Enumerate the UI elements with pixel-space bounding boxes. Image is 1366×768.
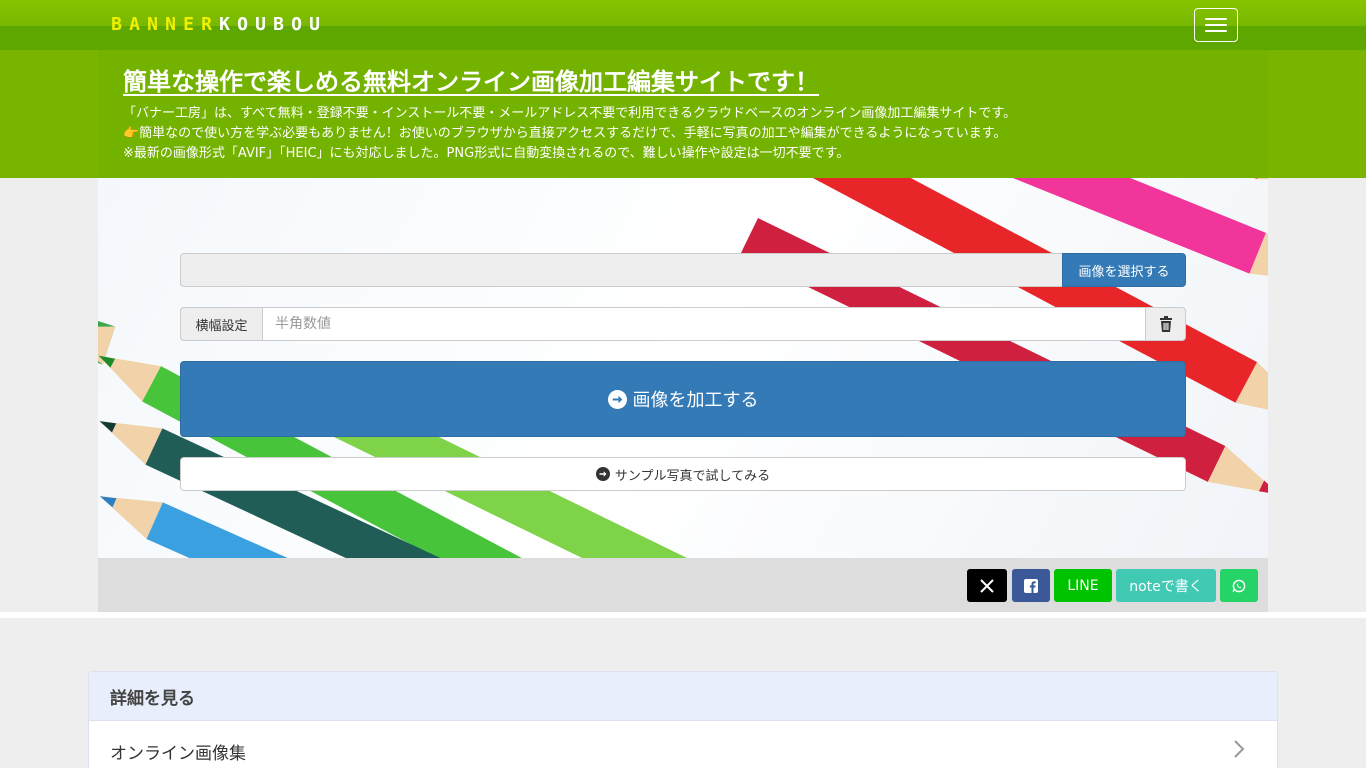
width-setting-label: 横幅設定 [180, 307, 262, 341]
upload-panel: 画像を選択する 横幅設定 画像を加工する サンプル写真で試してみる [98, 178, 1268, 558]
logo-letter: R [201, 14, 212, 35]
logo-letter: B [111, 14, 122, 35]
logo-letter: N [147, 14, 158, 35]
clear-width-button[interactable] [1146, 307, 1186, 341]
x-logo-icon [980, 578, 994, 593]
share-x-button[interactable] [967, 569, 1007, 602]
logo-letter: U [309, 14, 320, 35]
details-item-online-gallery[interactable]: オンライン画像集 [89, 721, 1277, 768]
width-setting-group: 横幅設定 [180, 307, 1186, 341]
process-image-button[interactable]: 画像を加工する [180, 361, 1186, 437]
try-sample-button[interactable]: サンプル写真で試してみる [180, 457, 1186, 491]
share-bar: LINE noteで書く [98, 558, 1268, 612]
share-note-button[interactable]: noteで書く [1116, 569, 1216, 602]
logo-letter: N [165, 14, 176, 35]
logo-letter: K [219, 14, 230, 35]
trash-icon [1159, 316, 1172, 332]
hero-title[interactable]: 簡単な操作で楽しめる無料オンライン画像加工編集サイトです！ [123, 62, 819, 97]
section-divider [0, 612, 1366, 618]
arrow-circle-right-icon [595, 467, 610, 481]
width-input[interactable] [262, 307, 1146, 341]
logo-letter: E [183, 14, 194, 35]
top-navbar: BANNERKOUBOU [0, 0, 1366, 50]
share-line-button[interactable]: LINE [1054, 569, 1112, 602]
try-sample-label: サンプル写真で試してみる [614, 468, 771, 484]
site-logo[interactable]: BANNERKOUBOU [109, 15, 322, 35]
file-select-group: 画像を選択する [180, 253, 1186, 287]
share-facebook-button[interactable] [1012, 569, 1050, 602]
selected-file-display[interactable] [180, 253, 1062, 287]
logo-letter: A [129, 14, 140, 35]
hero-content: 簡単な操作で楽しめる無料オンライン画像加工編集サイトです！ 「バナー工房」は、す… [98, 50, 1268, 178]
hamburger-menu-button[interactable] [1194, 8, 1238, 42]
hero-description: 「バナー工房」は、すべて無料・登録不要・インストール不要・メールアドレス不要で利… [123, 104, 1016, 164]
select-image-button[interactable]: 画像を選択する [1062, 253, 1186, 287]
whatsapp-icon [1232, 579, 1246, 592]
share-whatsapp-button[interactable] [1220, 569, 1258, 602]
chevron-right-icon [1234, 740, 1245, 758]
logo-letter: U [255, 14, 266, 35]
logo-letter: B [273, 14, 284, 35]
arrow-circle-right-icon [607, 389, 627, 409]
details-item-label: オンライン画像集 [110, 743, 246, 764]
hero-line-3: ※最新の画像形式「AVIF」「HEIC」にも対応しました。PNG形式に自動変換さ… [123, 146, 850, 161]
hero-band: 簡単な操作で楽しめる無料オンライン画像加工編集サイトです！ 「バナー工房」は、す… [0, 50, 1366, 178]
hamburger-icon [1205, 18, 1227, 20]
hero-line-2: 👉簡単なので使い方を学ぶ必要もありません！お使いのブラウザから直接アクセスするだ… [123, 126, 1007, 141]
facebook-icon [1024, 578, 1038, 593]
logo-letter: O [237, 14, 248, 35]
process-image-label: 画像を加工する [632, 390, 759, 411]
details-card: 詳細を見る オンライン画像集 [88, 671, 1278, 768]
logo-letter: O [291, 14, 302, 35]
details-header: 詳細を見る [89, 672, 1277, 721]
hero-line-1: 「バナー工房」は、すべて無料・登録不要・インストール不要・メールアドレス不要で利… [123, 106, 1017, 121]
